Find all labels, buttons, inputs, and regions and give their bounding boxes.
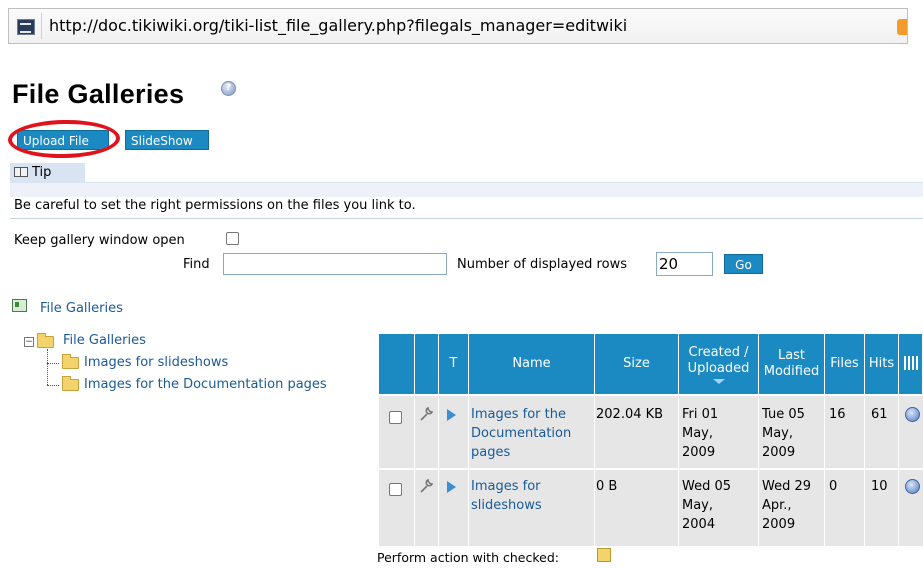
slideshow-button[interactable]: SlideShow <box>125 130 209 150</box>
column-divider <box>678 396 679 546</box>
tip-label: Tip <box>32 165 52 180</box>
row-created: May, <box>682 426 714 441</box>
tree-item-slideshows[interactable]: Images for slideshows <box>84 355 228 370</box>
header-created-line2: Uploaded <box>687 360 750 376</box>
row-modified: Wed 29 <box>762 479 812 494</box>
highlight-annotation <box>7 119 121 159</box>
row-created: 2009 <box>682 445 716 460</box>
header-modified[interactable]: Last Modified <box>759 334 825 394</box>
address-bar-divider <box>41 13 42 39</box>
row-name-link[interactable]: Images for <box>471 477 541 496</box>
folder-icon <box>62 354 79 369</box>
play-icon[interactable] <box>447 409 456 421</box>
wrench-icon[interactable] <box>418 478 434 494</box>
collapse-toggle-icon[interactable]: − <box>24 337 34 347</box>
row-select-checkbox[interactable] <box>389 483 402 496</box>
tree-root-link[interactable]: File Galleries <box>63 333 146 348</box>
column-divider <box>898 396 899 546</box>
rows-input[interactable]: 20 <box>656 252 713 276</box>
columns-icon <box>904 356 918 370</box>
tree-connector <box>47 363 59 365</box>
row-modified: Tue 05 <box>762 407 805 422</box>
address-bar[interactable]: http://doc.tikiwiki.org/tiki-list_file_g… <box>8 8 908 44</box>
info-icon[interactable] <box>905 407 920 422</box>
row-hits: 10 <box>871 479 888 494</box>
tip-text: Be careful to set the right permissions … <box>14 198 416 213</box>
row-created: May, <box>682 498 714 513</box>
header-created-line1: Created / <box>688 344 749 360</box>
header-created[interactable]: Created / Uploaded <box>679 334 759 394</box>
header-actions-col <box>415 334 439 394</box>
bulk-action-label: Perform action with checked: <box>377 550 559 565</box>
row-name-link[interactable]: Documentation <box>471 424 571 443</box>
header-modified-line2: Modified <box>763 364 820 379</box>
keep-window-open-label: Keep gallery window open <box>14 233 185 248</box>
row-select-checkbox[interactable] <box>389 411 402 424</box>
bulk-action-icon[interactable] <box>597 548 611 562</box>
keep-window-open-checkbox[interactable] <box>226 232 239 245</box>
go-button[interactable]: Go <box>724 254 763 274</box>
play-icon[interactable] <box>447 481 456 493</box>
row-name-link[interactable]: pages <box>471 443 510 462</box>
gallery-tree-icon[interactable] <box>12 299 27 312</box>
row-modified: Apr., <box>762 498 792 513</box>
header-hits[interactable]: Hits <box>865 334 899 394</box>
row-modified: 2009 <box>762 517 796 532</box>
header-size[interactable]: Size <box>595 334 679 394</box>
tree-item-documentation[interactable]: Images for the Documentation pages <box>84 377 327 392</box>
file-galleries-link[interactable]: File Galleries <box>40 301 123 316</box>
header-type[interactable]: T <box>439 334 469 394</box>
rss-feed-icon[interactable] <box>897 19 907 35</box>
header-columns-col[interactable] <box>899 334 923 394</box>
site-favicon-icon <box>17 19 35 35</box>
row-hits: 61 <box>871 407 888 422</box>
row-size: 0 B <box>596 479 618 494</box>
help-icon[interactable]: ? <box>221 81 236 96</box>
column-divider <box>824 396 825 546</box>
column-divider <box>594 396 595 546</box>
table-row <box>379 470 923 546</box>
row-modified: 2009 <box>762 445 796 460</box>
rows-label: Number of displayed rows <box>457 257 627 272</box>
sort-desc-icon <box>712 378 725 384</box>
header-checkbox-col <box>379 334 415 394</box>
column-divider <box>468 396 469 546</box>
tip-tab[interactable]: Tip <box>10 163 85 182</box>
column-divider <box>864 396 865 546</box>
column-divider <box>758 396 759 546</box>
find-label: Find <box>183 257 210 272</box>
header-files[interactable]: Files <box>825 334 865 394</box>
book-icon <box>14 167 28 177</box>
tree-connector <box>47 349 49 385</box>
row-created: Wed 05 <box>682 479 732 494</box>
row-created: 2004 <box>682 517 716 532</box>
tree-connector <box>47 385 59 387</box>
wrench-icon[interactable] <box>418 406 434 422</box>
row-files: 16 <box>829 407 846 422</box>
find-input[interactable] <box>223 253 447 275</box>
folder-icon <box>37 333 54 348</box>
row-modified: May, <box>762 426 794 441</box>
column-divider <box>438 396 439 546</box>
tip-box <box>10 182 923 197</box>
page-title: File Galleries <box>12 79 185 109</box>
header-name[interactable]: Name <box>469 334 595 394</box>
info-icon[interactable] <box>905 479 920 494</box>
folder-icon <box>62 376 79 391</box>
column-divider <box>414 396 415 546</box>
row-name-link[interactable]: Images for the <box>471 405 566 424</box>
row-created: Fri 01 <box>682 407 719 422</box>
row-size: 202.04 KB <box>596 407 664 422</box>
header-modified-line1: Last <box>777 348 806 363</box>
tip-divider <box>10 218 923 219</box>
row-files: 0 <box>829 479 838 494</box>
row-name-link[interactable]: slideshows <box>471 496 542 515</box>
url-text[interactable]: http://doc.tikiwiki.org/tiki-list_file_g… <box>49 16 627 35</box>
